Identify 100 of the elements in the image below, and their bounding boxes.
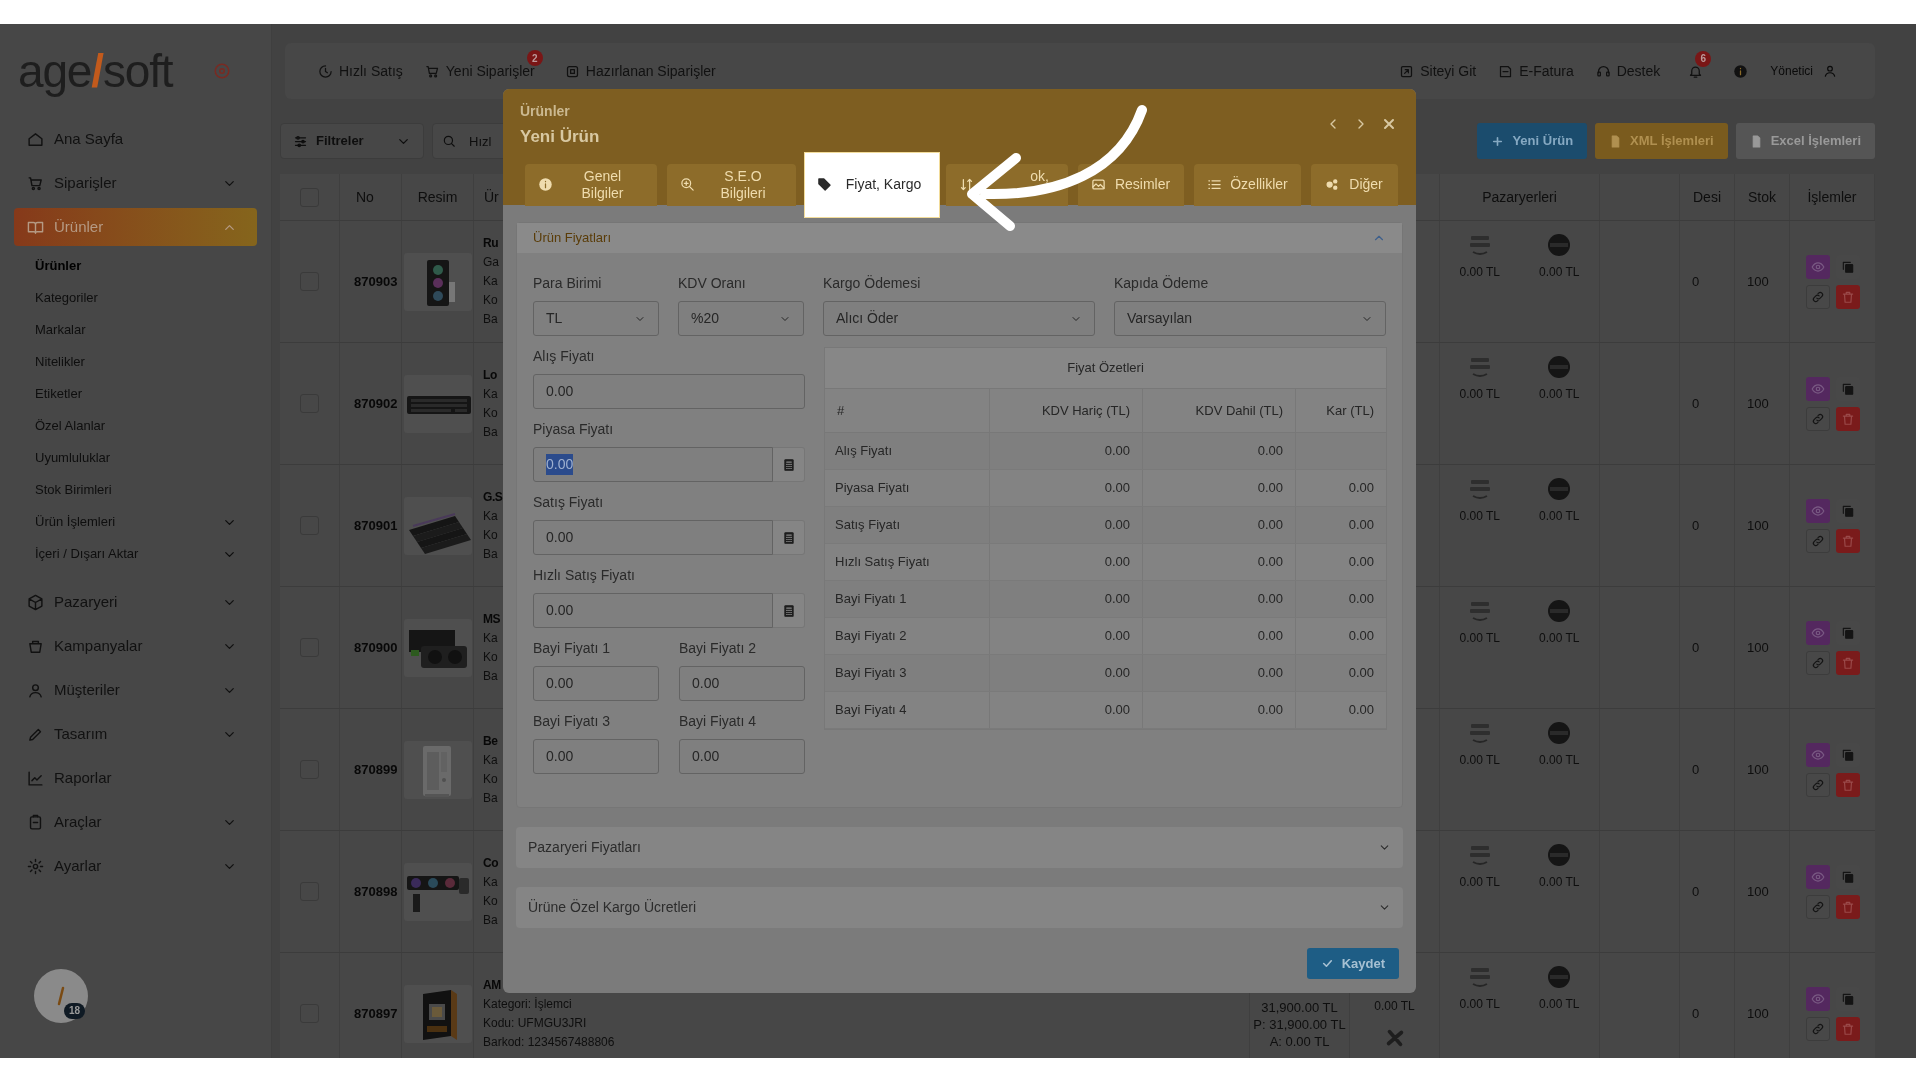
tab[interactable]: Fiyat, Kargo: [804, 151, 940, 218]
product-number: 870902: [354, 394, 398, 413]
column-header: No: [356, 187, 374, 207]
tab[interactable]: Özellikler: [1194, 163, 1301, 206]
marketplace-price: 0.00 TL: [1539, 386, 1580, 403]
stock-value: 100: [1747, 760, 1769, 779]
input-field[interactable]: 0.00: [679, 739, 805, 774]
submenu-item[interactable]: Nitelikler: [0, 346, 271, 378]
column-header: Ür: [484, 187, 499, 207]
submenu-item[interactable]: Etiketler: [0, 378, 271, 410]
submenu-item[interactable]: Özel Alanlar: [0, 410, 271, 442]
field-label: Kapıda Ödeme: [1114, 274, 1210, 292]
row-label: Hızlı Satış Fiyatı: [835, 553, 930, 572]
table-cell-text: 0.00: [1104, 553, 1130, 572]
delete-button[interactable]: [1836, 528, 1860, 553]
link-button[interactable]: [1806, 894, 1830, 919]
submenu-item[interactable]: Ürünler: [0, 250, 271, 282]
table-cell-text: 0.00: [1257, 627, 1283, 646]
submenu-item[interactable]: İçeri / Dışarı Aktar: [0, 538, 271, 570]
submenu-item[interactable]: Ürün İşlemleri: [0, 506, 271, 538]
link-button[interactable]: [1806, 772, 1830, 797]
view-button[interactable]: [1806, 498, 1830, 523]
gear-icon: [27, 857, 44, 875]
calculator-button[interactable]: [773, 593, 805, 628]
input-field[interactable]: 0.00: [533, 666, 659, 701]
copy-icon: [1841, 503, 1855, 518]
select-field[interactable]: %20: [678, 301, 804, 336]
marketplace-price: 0.00 TL: [1459, 630, 1500, 647]
plus-icon: [1491, 134, 1505, 148]
product-detail: Ga: [483, 254, 499, 271]
delete-button[interactable]: [1836, 772, 1860, 797]
count-badge: 2: [526, 50, 543, 66]
input-field[interactable]: 0.00: [533, 739, 659, 774]
view-button[interactable]: [1806, 254, 1830, 279]
calculator-button[interactable]: [773, 520, 805, 555]
view-button[interactable]: [1806, 986, 1830, 1011]
delete-button[interactable]: [1836, 1016, 1860, 1041]
field-label: Bayi Fiyatı 2: [679, 639, 758, 657]
user-menu[interactable]: Yönetici: [1770, 62, 1837, 80]
link-button[interactable]: [1806, 528, 1830, 553]
view-button[interactable]: [1806, 864, 1830, 889]
select-field[interactable]: Varsayılan: [1114, 301, 1386, 336]
link-button[interactable]: [1806, 406, 1830, 431]
delete-button[interactable]: [1836, 650, 1860, 675]
column-header: KDV Dahil (TL): [1195, 401, 1283, 420]
toolbar-button[interactable]: Yeni Ürün: [1477, 123, 1588, 159]
box-icon: [564, 63, 580, 79]
filter-button[interactable]: Filtreler: [280, 123, 424, 159]
view-button[interactable]: [1806, 376, 1830, 401]
eye-icon: [1811, 381, 1825, 396]
product-detail: Ba: [483, 667, 498, 685]
calculator-button[interactable]: [773, 447, 805, 482]
link-button[interactable]: [1806, 284, 1830, 309]
link-button[interactable]: [1806, 1016, 1830, 1041]
modal-title: Yeni Ürün: [520, 126, 601, 148]
tab[interactable]: Genel Bilgiler: [525, 163, 657, 206]
table-cell-text: 0.00: [1104, 664, 1130, 683]
delete-button[interactable]: [1836, 894, 1860, 919]
avatar[interactable]: [34, 969, 88, 1023]
table-cell-text: 0.00: [1348, 516, 1374, 535]
toolbar-button[interactable]: Excel İşlemleri: [1735, 123, 1875, 159]
submenu-item[interactable]: Stok Birimleri: [0, 474, 271, 506]
marketplace-price: 0.00 TL: [1539, 874, 1580, 891]
input-field[interactable]: 0.00: [679, 666, 805, 701]
zoom-in-icon: [680, 177, 695, 192]
input-field[interactable]: 0.00: [533, 593, 773, 628]
info-button[interactable]: [1733, 63, 1749, 79]
submenu-item[interactable]: Uyumluluklar: [0, 442, 271, 474]
submenu-item[interactable]: Markalar: [0, 314, 271, 346]
product-detail: Ko: [483, 770, 498, 788]
tab[interactable]: Diğer: [1311, 163, 1398, 206]
tab[interactable]: Resimler: [1078, 163, 1184, 206]
select-field[interactable]: Alıcı Öder: [823, 301, 1095, 336]
link-button[interactable]: [1806, 650, 1830, 675]
trash-icon: [1841, 533, 1855, 548]
column-header: Resim: [417, 187, 458, 207]
view-button[interactable]: [1806, 742, 1830, 767]
sidebar-item[interactable]: Ürünler: [14, 208, 257, 246]
table-cell-text: 0.00: [1257, 701, 1283, 720]
view-button[interactable]: [1806, 620, 1830, 645]
product-detail: Ka: [483, 507, 498, 525]
product-number: 870903: [354, 272, 398, 291]
input-field[interactable]: 0.00: [533, 374, 805, 409]
accordion-header[interactable]: Ürüne Özel Kargo Ücretleri: [516, 887, 1403, 928]
accordion-header[interactable]: Pazaryeri Fiyatları: [516, 827, 1403, 868]
delete-button[interactable]: [1836, 406, 1860, 431]
tab[interactable]: S.E.O Bilgileri: [667, 163, 796, 206]
eye-icon: [1811, 991, 1825, 1006]
input-field[interactable]: 0.00: [533, 447, 773, 482]
submenu-item[interactable]: Kategoriler: [0, 282, 271, 314]
save-button[interactable]: Kaydet: [1306, 948, 1399, 979]
document-icon: [1498, 63, 1514, 79]
price-text: A: 0.00 TL: [1269, 1033, 1330, 1050]
clock-icon: [318, 63, 333, 79]
table-cell-text: 0.00: [1348, 553, 1374, 572]
section-header[interactable]: Ürün Fiyatları: [517, 223, 1402, 253]
delete-button[interactable]: [1836, 284, 1860, 309]
notifications-button[interactable]: [1688, 63, 1704, 79]
select-field[interactable]: TL: [533, 301, 659, 336]
input-field[interactable]: 0.00: [533, 520, 773, 555]
